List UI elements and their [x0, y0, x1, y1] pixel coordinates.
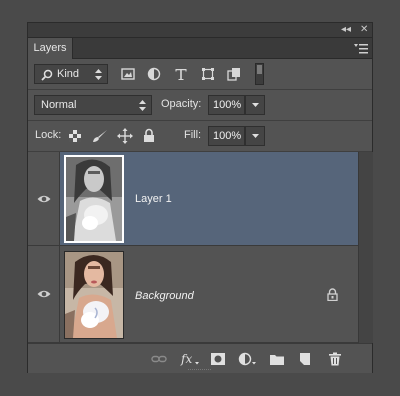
resize-grip-icon[interactable]: [188, 368, 212, 371]
blend-mode-select[interactable]: Normal: [34, 95, 152, 115]
layers-panel: ◂◂ ✕ Layers Kind Normal Opacity: 100% Lo…: [27, 22, 373, 373]
shape-filter-icon[interactable]: [201, 67, 215, 81]
blend-mode-value: Normal: [41, 99, 77, 111]
lock-all-icon[interactable]: [143, 128, 155, 143]
layer-name[interactable]: Background: [135, 290, 194, 302]
fill-input[interactable]: 100%: [208, 126, 245, 146]
tab-layers[interactable]: Layers: [28, 38, 73, 59]
opacity-slider-button[interactable]: [245, 95, 265, 115]
type-filter-icon[interactable]: [174, 67, 188, 81]
lock-position-icon[interactable]: [117, 128, 133, 144]
chevron-down-icon: [252, 134, 259, 138]
panel-menu-icon[interactable]: [354, 42, 368, 54]
eye-icon: [37, 195, 51, 203]
portrait-thumbnail-image: [65, 252, 123, 338]
lock-image-icon[interactable]: [92, 129, 108, 143]
delete-layer-icon[interactable]: [327, 352, 343, 366]
select-arrows-icon: [95, 69, 102, 80]
eye-icon: [37, 290, 51, 298]
new-layer-icon[interactable]: [297, 352, 313, 366]
lock-row: Lock: Fill: 100%: [28, 121, 372, 152]
close-panel-button[interactable]: ✕: [360, 23, 368, 37]
lock-icon: [327, 288, 338, 301]
new-group-icon[interactable]: [269, 352, 285, 366]
layer-style-fx-icon[interactable]: fx: [180, 352, 200, 366]
blend-row: Normal Opacity: 100%: [28, 90, 372, 121]
chevron-down-icon: [252, 103, 259, 107]
adjustment-filter-icon[interactable]: [147, 67, 161, 81]
visibility-toggle[interactable]: [28, 152, 60, 245]
panel-tab-row: Layers: [28, 38, 372, 59]
portrait-thumbnail-image: [66, 157, 122, 241]
layer-mask-icon[interactable]: [210, 352, 226, 366]
adjustment-layer-icon[interactable]: [238, 352, 258, 366]
layer-row-layer-1[interactable]: Layer 1: [28, 152, 358, 246]
lock-label: Lock:: [35, 129, 62, 141]
filter-kind-label: Kind: [57, 68, 80, 80]
smart-object-filter-icon[interactable]: [227, 67, 241, 81]
fill-slider-button[interactable]: [245, 126, 265, 146]
filter-toggle-icon[interactable]: [255, 63, 264, 85]
collapse-panel-button[interactable]: ◂◂: [341, 23, 351, 37]
link-layers-icon[interactable]: [151, 352, 167, 366]
lock-transparent-icon[interactable]: [69, 130, 81, 142]
visibility-toggle[interactable]: [28, 246, 60, 342]
fill-label: Fill:: [184, 129, 202, 141]
search-icon: [41, 69, 53, 81]
layers-list: Layer 1 Background: [28, 152, 372, 343]
svg-text:fx: fx: [180, 352, 192, 366]
filter-row: Kind: [28, 59, 372, 90]
opacity-input[interactable]: 100%: [208, 95, 245, 115]
panel-title-bar: ◂◂ ✕: [28, 23, 372, 38]
image-filter-icon[interactable]: [121, 67, 135, 81]
opacity-label: Opacity:: [161, 98, 202, 110]
layers-scrollbar[interactable]: [358, 152, 373, 343]
layer-thumbnail[interactable]: [64, 251, 124, 339]
filter-kind-select[interactable]: Kind: [34, 64, 108, 84]
layer-thumbnail[interactable]: [64, 155, 124, 243]
layer-name[interactable]: Layer 1: [135, 193, 172, 205]
layer-row-background[interactable]: Background: [28, 246, 358, 343]
select-arrows-icon: [139, 100, 146, 111]
